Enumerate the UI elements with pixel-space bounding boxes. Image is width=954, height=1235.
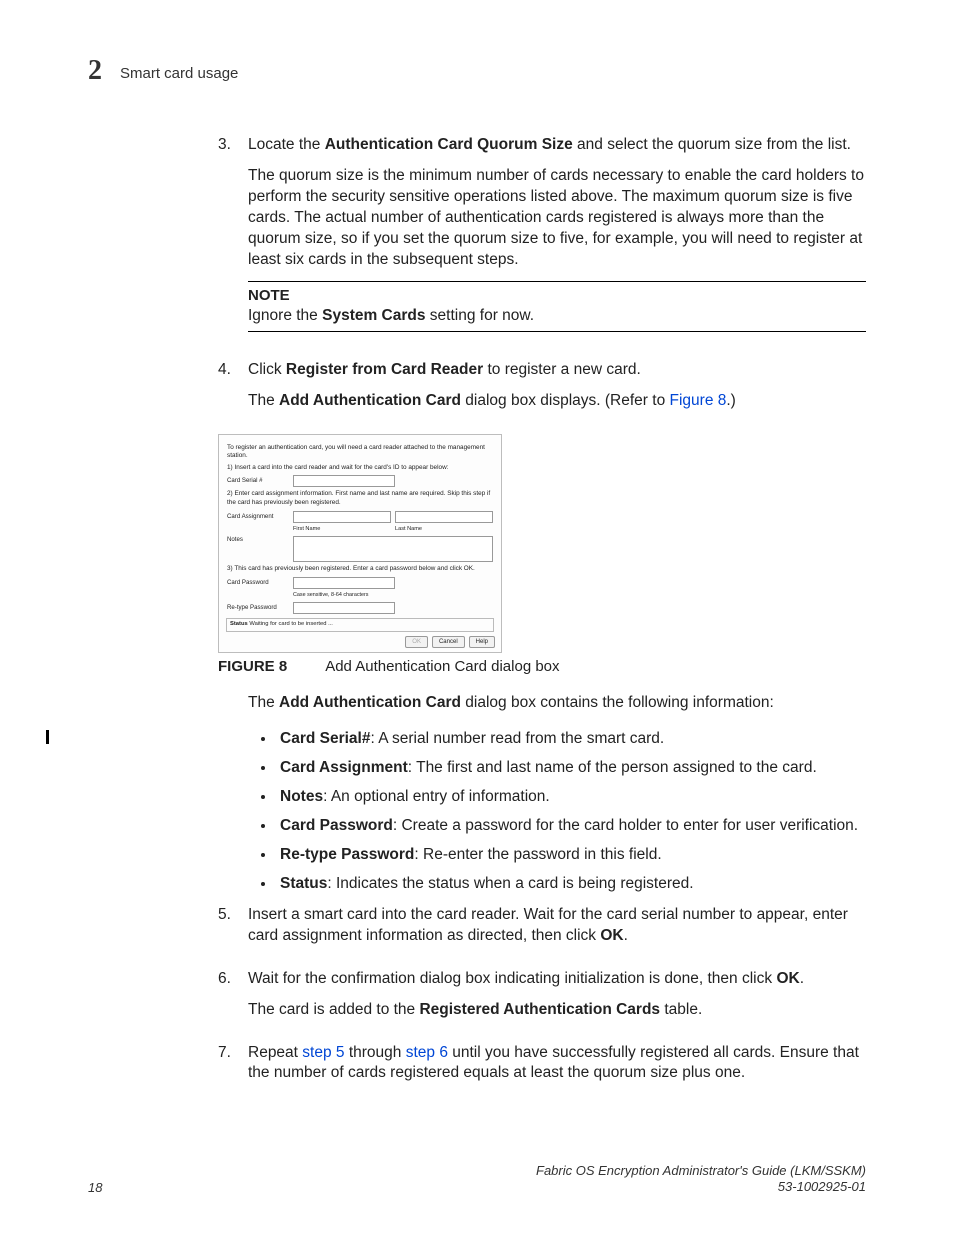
label: Card Assignment [227, 513, 289, 521]
step-link[interactable]: step 5 [302, 1044, 344, 1061]
text: . [800, 970, 804, 987]
text: : A serial number read from the smart ca… [370, 730, 664, 747]
text: Insert a smart card into the card reader… [248, 906, 848, 944]
list-item: Re-type Password: Re-enter the password … [276, 845, 866, 866]
text-bold: Authentication Card Quorum Size [325, 136, 573, 153]
figure-caption: FIGURE 8 Add Authentication Card dialog b… [218, 657, 866, 677]
text: Ignore the [248, 307, 322, 324]
text-bold: OK [600, 927, 623, 944]
text-bold: System Cards [322, 307, 425, 324]
list-item: Notes: An optional entry of information. [276, 787, 866, 808]
step-5: 5. Insert a smart card into the card rea… [218, 905, 866, 957]
step-number: 5. [218, 905, 248, 957]
chapter-number: 2 [88, 55, 102, 87]
step-number: 7. [218, 1043, 248, 1095]
text-bold: Card Password [280, 817, 393, 834]
step-4: 4. Click Register from Card Reader to re… [218, 360, 866, 422]
doc-number: 53-1002925-01 [536, 1179, 866, 1195]
text-bold: Status [280, 875, 327, 892]
step-number: 3. [218, 135, 248, 348]
label: First Name [293, 526, 391, 534]
text: dialog box displays. (Refer to [461, 392, 670, 409]
hint: Case sensitive, 8-64 characters [293, 592, 369, 599]
text: dialog box contains the following inform… [461, 694, 774, 711]
dialog-intro: To register an authentication card, you … [219, 444, 501, 461]
help-button[interactable]: Help [469, 636, 495, 648]
label: Re-type Password [227, 604, 289, 612]
figure-link[interactable]: Figure 8 [670, 392, 727, 409]
step-link[interactable]: step 6 [406, 1044, 448, 1061]
label: Card Serial # [227, 477, 289, 485]
text: The [248, 392, 279, 409]
step-7: 7. Repeat step 5 through step 6 until yo… [218, 1043, 866, 1095]
text: setting for now. [426, 307, 535, 324]
change-bar [46, 730, 49, 744]
status-value: Waiting for card to be inserted ... [249, 621, 333, 627]
text: table. [660, 1001, 702, 1018]
label: Card Password [227, 579, 289, 587]
text-bold: Card Serial# [280, 730, 370, 747]
first-name-field[interactable] [293, 511, 391, 523]
text-bold: Add Authentication Card [279, 694, 461, 711]
note: NOTE Ignore the System Cards setting for… [248, 281, 866, 332]
page-header: 2 Smart card usage [88, 55, 866, 87]
status-label: Status [230, 621, 248, 627]
text: Repeat [248, 1044, 302, 1061]
notes-field[interactable] [293, 536, 493, 562]
text: Locate the [248, 136, 325, 153]
text-bold: Add Authentication Card [279, 392, 461, 409]
text: : An optional entry of information. [323, 788, 550, 805]
text: : The first and last name of the person … [408, 759, 817, 776]
text: and select the quorum size from the list… [573, 136, 851, 153]
text: The card is added to the [248, 1001, 419, 1018]
note-label: NOTE [248, 286, 866, 306]
list-item: Card Assignment: The first and last name… [276, 758, 866, 779]
dialog-step3: 3) This card has previously been registe… [219, 565, 501, 574]
text-bold: OK [776, 970, 799, 987]
text: .) [726, 392, 735, 409]
step-number: 6. [218, 969, 248, 1031]
figure-title: Add Authentication Card dialog box [325, 658, 559, 675]
text: . [624, 927, 628, 944]
last-name-field[interactable] [395, 511, 493, 523]
text-bold: Register from Card Reader [286, 361, 483, 378]
text: to register a new card. [483, 361, 641, 378]
chapter-title: Smart card usage [120, 65, 238, 82]
text: through [345, 1044, 406, 1061]
label: Notes [227, 536, 289, 544]
step-number: 4. [218, 360, 248, 422]
retype-password-field[interactable] [293, 602, 395, 614]
label: Last Name [395, 526, 493, 534]
text: Click [248, 361, 286, 378]
list-item: Status: Indicates the status when a card… [276, 874, 866, 895]
text: : Indicates the status when a card is be… [327, 875, 693, 892]
text-bold: Card Assignment [280, 759, 408, 776]
text-bold: Notes [280, 788, 323, 805]
figure-label: FIGURE 8 [218, 658, 287, 675]
text: : Create a password for the card holder … [393, 817, 858, 834]
step-6: 6. Wait for the confirmation dialog box … [218, 969, 866, 1031]
figure-dialog: To register an authentication card, you … [218, 434, 502, 654]
dialog-step2: 2) Enter card assignment information. Fi… [219, 490, 501, 507]
step-3: 3. Locate the Authentication Card Quorum… [218, 135, 866, 348]
ok-button[interactable]: OK [405, 636, 428, 648]
cancel-button[interactable]: Cancel [432, 636, 465, 648]
text-bold: Registered Authentication Cards [419, 1001, 660, 1018]
text: : Re-enter the password in this field. [414, 846, 661, 863]
serial-field[interactable] [293, 475, 395, 487]
footer: 18 Fabric OS Encryption Administrator's … [88, 1163, 866, 1196]
text: Wait for the confirmation dialog box ind… [248, 970, 776, 987]
list-item: Card Password: Create a password for the… [276, 816, 866, 837]
dialog-step1: 1) Insert a card into the card reader an… [219, 464, 501, 473]
list-item: Card Serial#: A serial number read from … [276, 729, 866, 750]
content: 3. Locate the Authentication Card Quorum… [218, 135, 866, 1106]
page-number: 18 [88, 1180, 102, 1195]
text-bold: Re-type Password [280, 846, 414, 863]
doc-title: Fabric OS Encryption Administrator's Gui… [536, 1163, 866, 1179]
text: The [248, 694, 279, 711]
password-field[interactable] [293, 577, 395, 589]
paragraph: The quorum size is the minimum number of… [248, 166, 866, 271]
